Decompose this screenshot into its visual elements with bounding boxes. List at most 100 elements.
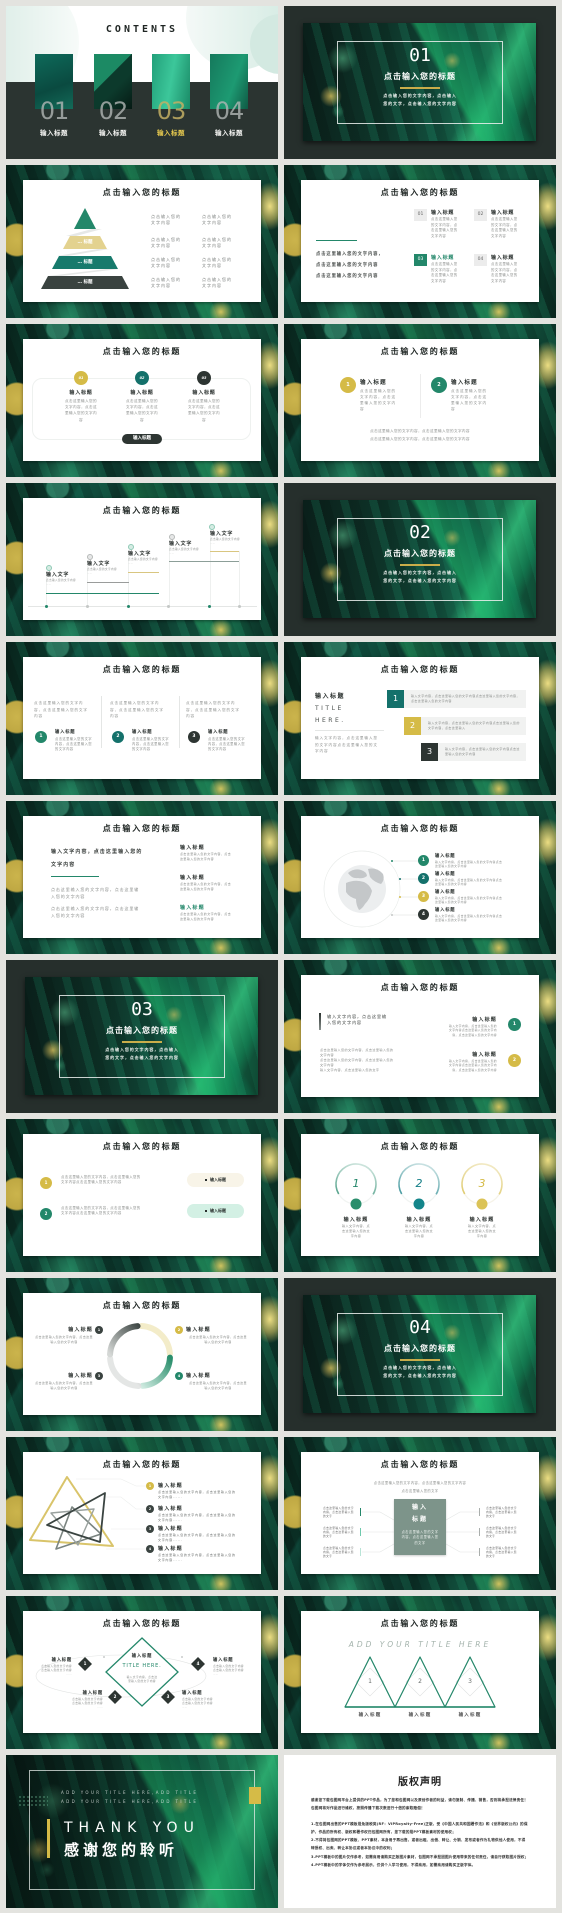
english-tagline: ADD YOUR TITLE HERE,ADD TITLE [61,1790,199,1795]
item-text: 输入文字内容，点击这里输入您的文字内容点击这里输入您的文字内容 [435,914,503,923]
description-line: 您的文字，点击输入您的文字内容 [383,100,457,106]
contents-heading: CONTENTS [105,24,179,35]
step-text: 点击输入您的文字内容 [128,558,158,561]
item-heading: 输入标题 [180,845,205,851]
item-heading: 输入标题 [186,1327,211,1333]
number-circle: 2 [146,1505,154,1513]
text-block: 点击输入您的文字内容 [151,237,181,248]
step-icon [128,544,134,550]
item-text: 点击这里输入您的文字内容，点击这里输入您的文字内容 [35,1381,93,1390]
gold-divider [400,1359,440,1361]
item-heading: 输入标题 [431,210,455,216]
copyright-paragraph: 2.不得将包图网的PPT模板、PPT素材，本身用于再出售，或者出租、出借、转让、… [311,1838,526,1851]
connector-line [445,1543,479,1553]
section-number: 03 [131,999,153,1020]
center-heading-line: 标题 [411,1516,428,1523]
side-marker [479,1528,481,1536]
item-heading: 输入标题 [192,390,216,396]
footer-text: 点击这里输入您的文字内容，点击这里输入您的文字内容 [370,437,470,441]
pyramid-label: … 标题 [77,280,93,285]
triangle-number: 2 [418,1678,422,1685]
triangle-label: 输入标题 [458,1713,482,1718]
pyramid-connector [57,249,109,256]
slide-contents: CONTENTS 01 02 03 04 输入标题 输入标题 输入标题 输入标题 [6,6,278,159]
item-line: 点击输入您的文字内容 [41,1668,72,1672]
slide-diamond: 点击输入您的标题 1 2 3 4 输入标题 TITLE HERE. 输入文字内容… [6,1596,278,1749]
slide-section-03: 03 点击输入您的标题 点击输入您的文字内容，点击输入 您的文字，点击输入您的文… [6,960,278,1113]
item-text: 点击这里输入您的文字内容，点击这里输入您的文字内容...... [158,1513,236,1522]
connector-dot [391,914,393,916]
text-block: 点击输入您的文字内容 [202,257,232,268]
slide-title: 点击输入您的标题 [102,665,182,674]
item-heading: 输入标题 [472,1017,497,1023]
step-heading: 输入文字 [87,561,111,567]
bullet-icon [205,1210,207,1212]
ring-number: 1 [352,1177,360,1190]
center-heading-line: 输入 [411,1504,428,1511]
gold-divider [122,1041,162,1043]
step-note: …… [46,583,52,586]
pyramid-tier-top [74,208,96,229]
number-circle: 3 [95,1372,103,1380]
item-text: 点击这里输入您的文字内容，点击这里输入您的文字内容 [451,389,487,411]
row-number-square: 2 [404,717,421,735]
contents-label: 输入标题 [215,129,243,137]
column-divider [179,696,180,748]
dot-grid-decoration [18,1795,48,1808]
ring-text: 输入文字内容，点击这里输入您的文字内容 [342,1224,370,1238]
intro-line: 点击这里输入您的文字内容 [316,263,379,268]
description-line: 点击输入您的文字内容，点击输入 [383,1365,457,1370]
connector-dot [399,896,401,898]
ring-number: 3 [478,1177,486,1190]
step-bar [46,593,159,595]
orbit-dot [103,1656,105,1658]
contents-number: 04 [214,97,245,125]
body-text: 点击这里输入您的文字内容，点击这里输入您的文字内容 [320,1048,394,1057]
description-line: 点击输入您的文字内容，点击输入 [383,93,457,98]
step-icon [46,565,52,571]
contents-number: 02 [98,97,129,125]
number-circle: 3 [188,731,200,743]
footer-text: 点击这里输入您的文字内容，点击这里输入您的文字内容 [370,429,470,433]
copyright-paragraph: 3.PPT模板中的图片仅作参考，如需商用请购买正版图片素材，包图网不承担因图片使… [311,1854,529,1859]
quote-text: 输入文字内容，点击这里输入您的文字内容 [327,1014,387,1026]
item-text: 点击这里输入您的文字内容，点击这里输入您的文字内容 [189,1381,247,1390]
section-description: 点击输入您的文字内容，点击输入 您的文字，点击输入您的文字内容 [337,92,503,107]
item-heading: 输入标题 [431,255,455,261]
step-icon [169,534,175,540]
section-title: 点击输入您的标题 [384,72,456,81]
slide-title: 点击输入您的标题 [102,1142,182,1151]
side-marker [360,1508,362,1516]
slide-rings: 点击输入您的标题 1 2 3 输入标题 输入标题 输入标题 输入文字内容，点击这… [284,1119,556,1272]
intro-line: 点击这里输入您的文字内容， [316,252,384,257]
item-text: 点击这里输入您的文字内容，点击这里输入您的文字内容...... [158,1490,236,1499]
number-circle: 2 [40,1208,52,1220]
slide-triangles: 点击输入您的标题 1 2 3 4 输入标题 点击这里输入您的文字内容，点击这里输… [6,1437,278,1590]
pyramid-label: … 标题 [77,260,93,265]
side-text: 点击这里输入您的文字内容，点击这里输入您的文字 [486,1506,517,1518]
divider [420,374,421,418]
slide-title: 点击输入您的标题 [102,506,182,515]
item-text: 点击这里输入您的文字内容，点击这里输入您的文字内容 [55,737,92,751]
row-text: 输入文字内容，点击这里输入您的文字内容点击这里输入您的文字内容，点击这里输入您的… [411,694,520,703]
step-icon [209,524,215,530]
item-text: 点击这里输入您的文字内容，点击这里输入您的文字内容 [126,399,158,422]
english-title-line: TITLE [315,705,344,712]
timeline-dot [85,604,89,608]
row-text: 输入文字内容，点击这里输入您的文字内容点击这里输入您的文字内容 [445,747,520,756]
section-title: 点击输入您的标题 [384,1344,456,1353]
pyramid-connector [66,229,102,236]
side-text: 点击这里输入您的文字内容，点击这里输入您的文字 [323,1546,354,1558]
item-line: 点击输入您的文字内容 [213,1668,244,1672]
step-text: 点击输入您的文字内容 [169,548,199,551]
pyramid-label: … 标题 [77,240,93,245]
ring-knob [350,1198,362,1210]
step-note: …… [210,542,216,545]
item-heading: 输入标题 [491,255,515,261]
side-marker [360,1548,362,1556]
item-text: 点击这里输入您的文字内容，点击这里输入您的文字内容 [188,399,220,422]
section-number: 04 [409,1317,431,1338]
description-line: 您的文字，点击输入您的文字内容 [383,577,457,583]
column-divider [101,696,102,748]
diamond-number: 2 [113,1694,117,1699]
